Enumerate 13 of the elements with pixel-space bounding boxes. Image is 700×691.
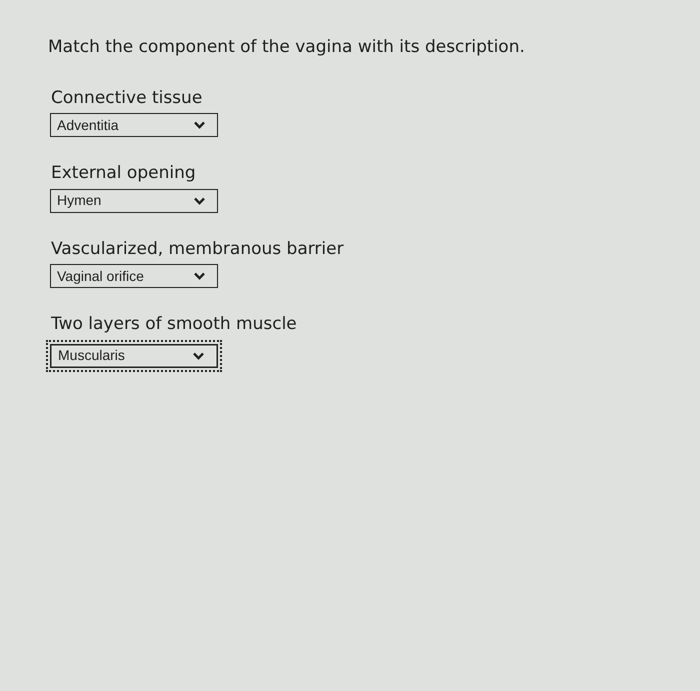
question-label: Connective tissue [51,88,202,108]
question-label: Vascularized, membranous barrier [51,238,344,260]
answer-dropdown[interactable]: Hymen [50,188,218,213]
chevron-down-icon [194,121,205,130]
question-label: External opening [51,163,196,184]
answer-dropdown[interactable]: Muscularis [46,340,222,372]
answer-dropdown[interactable]: Adventitia [50,113,218,138]
chevron-down-icon [194,272,205,280]
answer-dropdown[interactable]: Vaginal orifice [50,264,218,288]
question-text: Match the component of the vagina with its description. [48,36,526,58]
chevron-down-icon [194,196,205,205]
chevron-down-icon [193,352,204,360]
question-label: Two layers of smooth muscle [51,314,297,335]
